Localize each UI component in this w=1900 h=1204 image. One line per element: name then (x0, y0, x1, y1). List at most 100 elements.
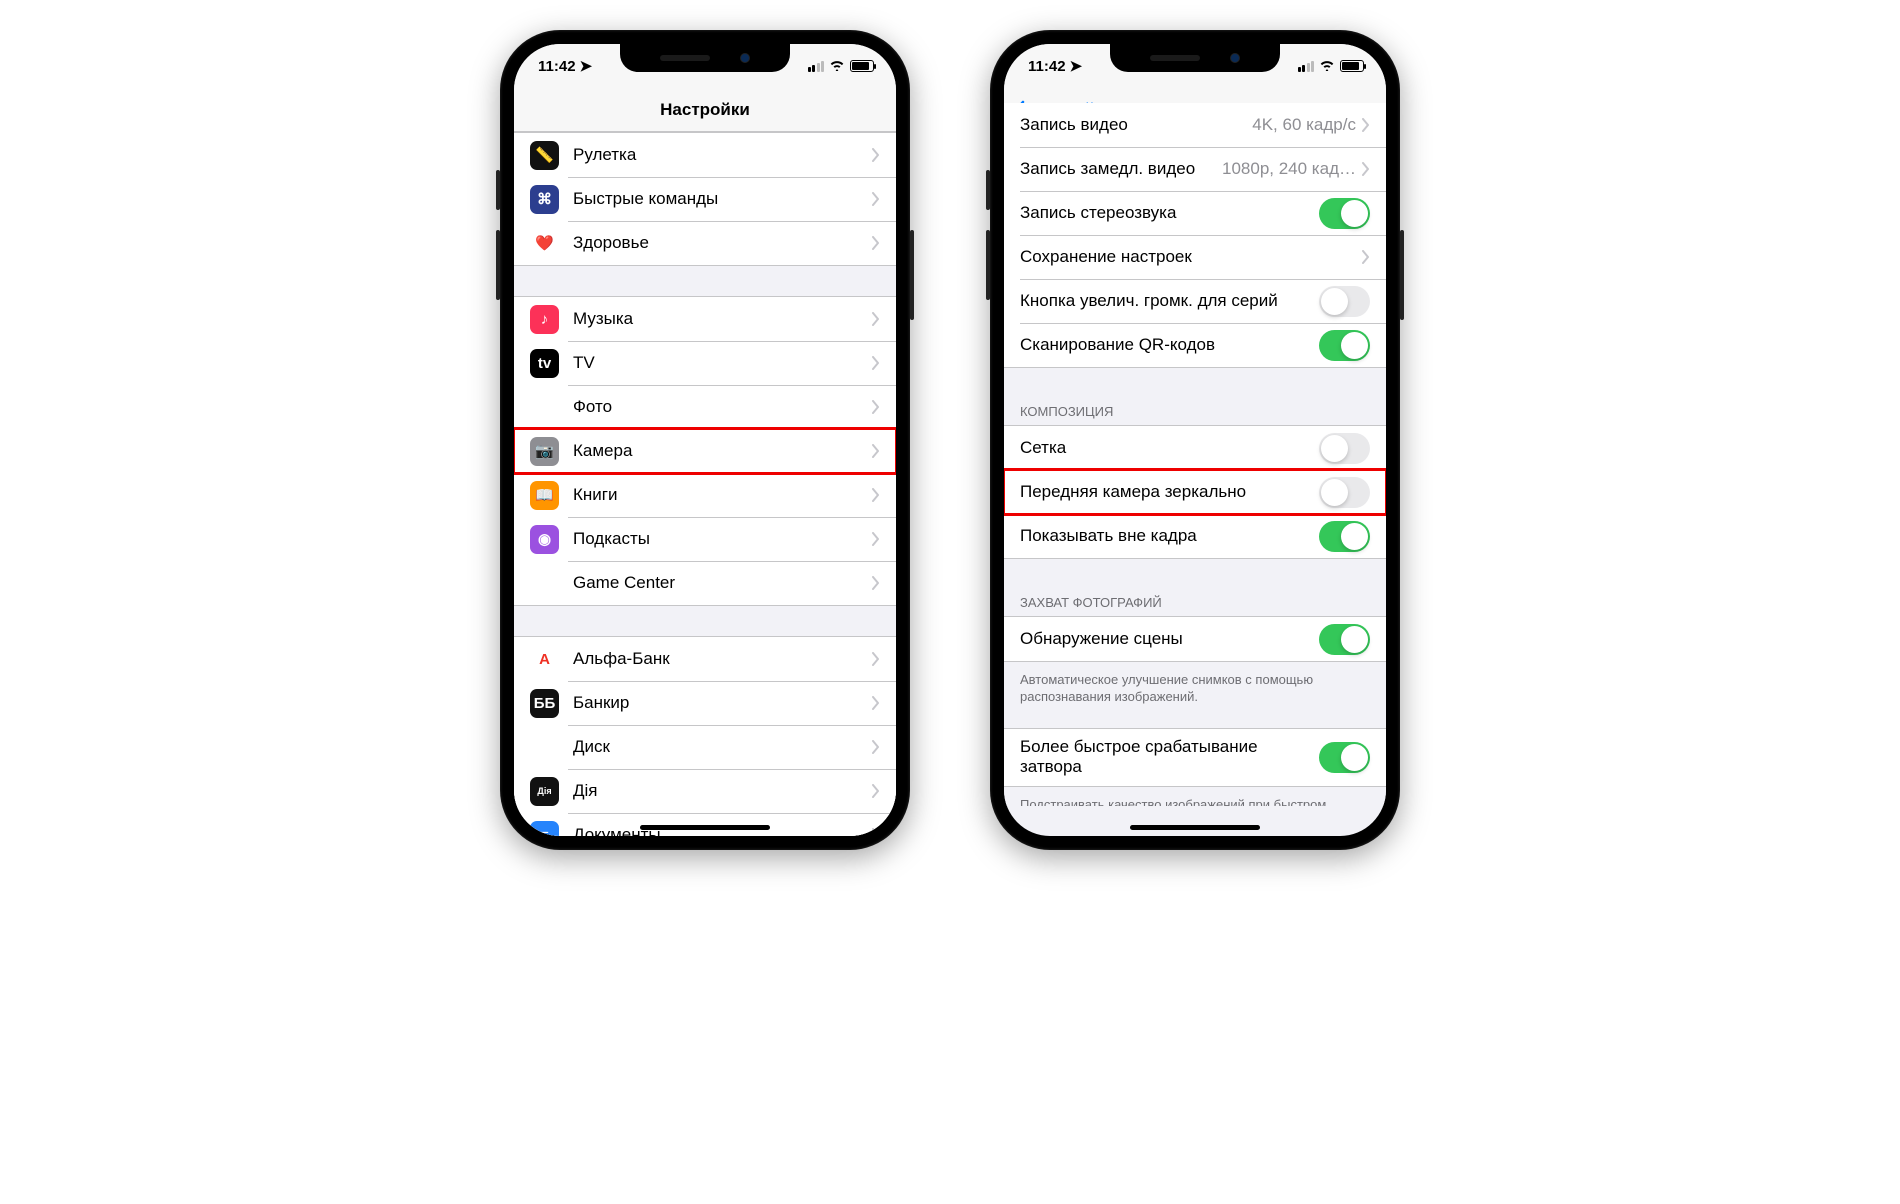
settings-row[interactable]: Сохранение настроек (1004, 235, 1386, 279)
chevron-right-icon (872, 400, 880, 414)
settings-row[interactable]: Запись стереозвука (1004, 191, 1386, 235)
settings-row[interactable]: ♪ Музыка (514, 297, 896, 341)
row-label: Запись замедл. видео (1020, 159, 1222, 179)
phone-settings: 11:42 ➤ Настройки 📏 Рулетка ⌘ Быстрые ко… (500, 30, 910, 850)
chevron-right-icon (872, 488, 880, 502)
toggle-switch[interactable] (1319, 521, 1370, 552)
settings-row[interactable]: Запись замедл. видео1080p, 240 кад… (1004, 147, 1386, 191)
notch (620, 44, 790, 72)
battery-icon (1340, 60, 1364, 72)
settings-row[interactable]: Дія Дія (514, 769, 896, 813)
chevron-right-icon (872, 444, 880, 458)
section-footer-capture: Автоматическое улучшение снимков с помощ… (1004, 666, 1386, 712)
group-2: ♪ Музыка tv TV ✿ Фото 📷 Камера 📖 Книги ◉… (514, 296, 896, 606)
settings-row[interactable]: ● Game Center (514, 561, 896, 605)
chevron-right-icon (1362, 118, 1370, 132)
location-icon: ➤ (1070, 57, 1083, 75)
phone-camera-settings: 11:42 ➤ Настройки Камера Запись видео4K,… (990, 30, 1400, 850)
settings-row[interactable]: ББ Банкир (514, 681, 896, 725)
row-label: Сетка (1020, 438, 1319, 458)
app-icon: Дія (530, 777, 559, 806)
settings-row[interactable]: Передняя камера зеркально (1004, 470, 1386, 514)
chevron-right-icon (872, 740, 880, 754)
settings-row[interactable]: 📏 Рулетка (514, 133, 896, 177)
settings-row[interactable]: ◉ Подкасты (514, 517, 896, 561)
content[interactable]: Запись видео4K, 60 кадр/с Запись замедл.… (1004, 102, 1386, 806)
toggle-switch[interactable] (1319, 286, 1370, 317)
chevron-right-icon (872, 236, 880, 250)
row-label: Обнаружение сцены (1020, 629, 1319, 649)
toggle-switch[interactable] (1319, 198, 1370, 229)
app-icon: ▲ (530, 733, 559, 762)
status-time: 11:42 (1028, 58, 1066, 75)
row-label: Музыка (573, 309, 872, 329)
settings-row[interactable]: A Альфа-Банк (514, 637, 896, 681)
cellular-icon (808, 61, 825, 72)
settings-row[interactable]: Кнопка увелич. громк. для серий (1004, 279, 1386, 323)
group-3: A Альфа-Банк ББ Банкир ▲ Диск Дія Дія ≡ … (514, 636, 896, 836)
section-header-capture: ЗАХВАТ ФОТОГРАФИЙ (1004, 589, 1386, 616)
home-indicator[interactable] (640, 825, 770, 830)
chevron-right-icon (872, 192, 880, 206)
chevron-right-icon (872, 696, 880, 710)
navbar: Настройки (514, 88, 896, 132)
settings-row[interactable]: Более быстрое срабатывание затвора (1004, 729, 1386, 786)
group-capture: Обнаружение сцены (1004, 616, 1386, 662)
group-capture-2: Более быстрое срабатывание затвора (1004, 728, 1386, 787)
settings-row[interactable]: ▲ Диск (514, 725, 896, 769)
row-label: Дія (573, 781, 872, 801)
group-recording: Запись видео4K, 60 кадр/с Запись замедл.… (1004, 102, 1386, 368)
row-label: Подкасты (573, 529, 872, 549)
location-icon: ➤ (580, 57, 593, 75)
row-label: Сканирование QR-кодов (1020, 335, 1319, 355)
chevron-right-icon (872, 148, 880, 162)
wifi-icon (829, 58, 845, 75)
chevron-right-icon (872, 532, 880, 546)
row-label: Более быстрое срабатывание затвора (1020, 729, 1319, 786)
app-icon: ББ (530, 689, 559, 718)
group-composition: Сетка Передняя камера зеркально Показыва… (1004, 425, 1386, 559)
settings-row[interactable]: ✿ Фото (514, 385, 896, 429)
app-icon: ≡ (530, 821, 559, 837)
toggle-switch[interactable] (1319, 330, 1370, 361)
cellular-icon (1298, 61, 1315, 72)
toggle-switch[interactable] (1319, 477, 1370, 508)
app-icon: ⌘ (530, 185, 559, 214)
row-label: Передняя камера зеркально (1020, 482, 1319, 502)
settings-row[interactable]: Показывать вне кадра (1004, 514, 1386, 558)
group-1: 📏 Рулетка ⌘ Быстрые команды ❤️ Здоровье (514, 132, 896, 266)
settings-row[interactable]: 📷 Камера (514, 429, 896, 473)
app-icon: ✿ (530, 393, 559, 422)
app-icon: A (530, 645, 559, 674)
notch (1110, 44, 1280, 72)
section-header-composition: КОМПОЗИЦИЯ (1004, 398, 1386, 425)
row-label: Фото (573, 397, 872, 417)
chevron-right-icon (872, 784, 880, 798)
row-label: Рулетка (573, 145, 872, 165)
content[interactable]: 📏 Рулетка ⌘ Быстрые команды ❤️ Здоровье … (514, 132, 896, 836)
settings-row[interactable]: ❤️ Здоровье (514, 221, 896, 265)
section-footer-capture-2: Подстраивать качество изображений при бы… (1004, 791, 1386, 806)
toggle-switch[interactable] (1319, 742, 1370, 773)
app-icon: ● (530, 569, 559, 598)
settings-row[interactable]: Запись видео4K, 60 кадр/с (1004, 103, 1386, 147)
row-label: Сохранение настроек (1020, 247, 1362, 267)
settings-row[interactable]: 📖 Книги (514, 473, 896, 517)
chevron-right-icon (1362, 162, 1370, 176)
battery-icon (850, 60, 874, 72)
home-indicator[interactable] (1130, 825, 1260, 830)
settings-row[interactable]: Сетка (1004, 426, 1386, 470)
chevron-right-icon (872, 312, 880, 326)
settings-row[interactable]: tv TV (514, 341, 896, 385)
settings-row[interactable]: Сканирование QR-кодов (1004, 323, 1386, 367)
row-detail: 1080p, 240 кад… (1222, 159, 1356, 179)
toggle-switch[interactable] (1319, 433, 1370, 464)
app-icon: 📷 (530, 437, 559, 466)
row-label: Банкир (573, 693, 872, 713)
row-label: Запись стереозвука (1020, 203, 1319, 223)
row-label: Здоровье (573, 233, 872, 253)
settings-row[interactable]: Обнаружение сцены (1004, 617, 1386, 661)
app-icon: ♪ (530, 305, 559, 334)
settings-row[interactable]: ⌘ Быстрые команды (514, 177, 896, 221)
toggle-switch[interactable] (1319, 624, 1370, 655)
